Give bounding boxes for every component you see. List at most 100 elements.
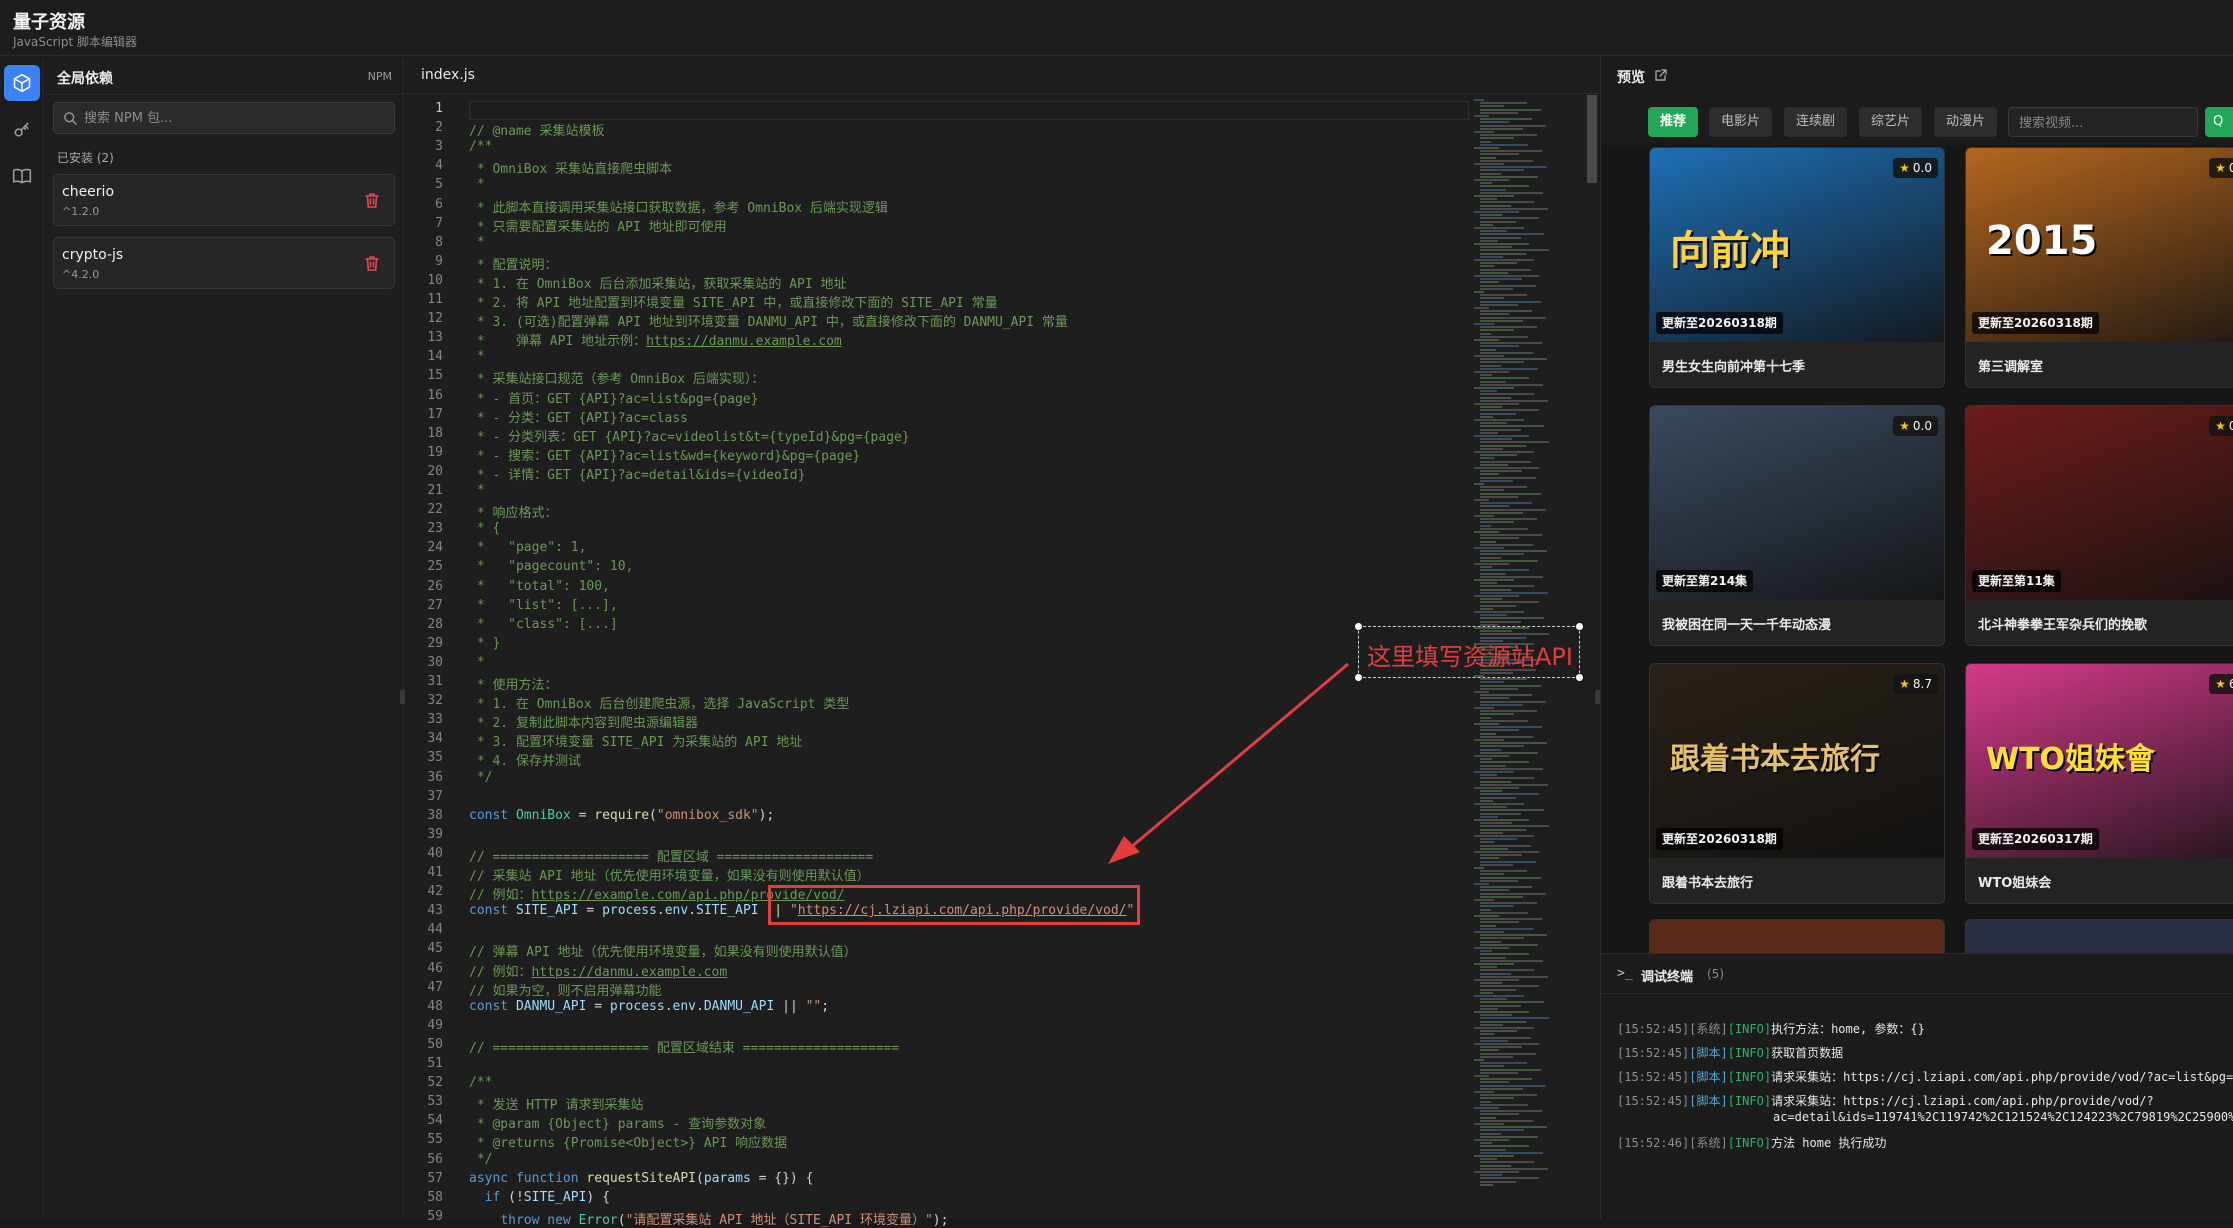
rail-dependencies-button[interactable]	[4, 65, 40, 101]
code-line[interactable]: 13 * 弹幕 API 地址示例：https://danmu.example.c…	[405, 330, 1470, 349]
tab-series[interactable]: 连续剧	[1784, 107, 1848, 137]
code-line[interactable]: 31 * 使用方法：	[405, 674, 1470, 693]
code-line[interactable]: 24 * "page": 1,	[405, 540, 1470, 559]
minimap-line	[1474, 355, 1504, 357]
terminal-header[interactable]: >_ 调试终端 (5)	[1601, 954, 2233, 994]
code-line[interactable]: 53 * 发送 HTTP 请求到采集站	[405, 1094, 1470, 1113]
code-line[interactable]: 26 * "total": 100,	[405, 579, 1470, 598]
code-line[interactable]: 19 * - 搜索：GET {API}?ac=list&wd={keyword}…	[405, 445, 1470, 464]
minimap-line	[1480, 300, 1541, 303]
npm-search-input[interactable]	[84, 107, 384, 129]
video-card[interactable]: ★0.0 更新至第11集北斗神拳拳王军杂兵们的挽歌	[1965, 405, 2233, 646]
code-line[interactable]: 7 * 只需要配置采集站的 API 地址即可使用	[405, 216, 1470, 235]
package-item[interactable]: crypto-js ^4.2.0	[53, 237, 395, 289]
video-card[interactable]	[1965, 919, 2233, 953]
trash-icon[interactable]	[364, 192, 380, 209]
code-line[interactable]: 16 * - 首页：GET {API}?ac=list&pg={page}	[405, 388, 1470, 407]
tab-variety[interactable]: 综艺片	[1859, 107, 1923, 137]
minimap-line	[1480, 1014, 1512, 1017]
code-line[interactable]: 59 throw new Error("请配置采集站 API 地址（SITE_A…	[405, 1209, 1470, 1228]
line-content: * 3. 配置环境变量 SITE_API 为采集站的 API 地址	[469, 735, 803, 751]
npm-search-box[interactable]	[53, 102, 395, 134]
code-line[interactable]: 34 * 3. 配置环境变量 SITE_API 为采集站的 API 地址	[405, 731, 1470, 750]
video-card[interactable]: WTO姐妹會 ★6.4 更新至20260317期 WTO姐妹会	[1965, 663, 2233, 904]
tab-anime[interactable]: 动漫片	[1934, 107, 1998, 137]
code-line[interactable]: 1	[405, 101, 1470, 120]
code-line[interactable]: 37	[405, 789, 1470, 808]
minimap-line	[1480, 1110, 1542, 1113]
code-line[interactable]: 38 const OmniBox = require("omnibox_sdk")…	[405, 808, 1470, 827]
editor-scrollbar[interactable]	[1585, 95, 1599, 1219]
editor-tab[interactable]: index.js	[405, 57, 1599, 94]
minimap-line	[1480, 1030, 1517, 1033]
code-text-area[interactable]: 1 2// @name 采集站模板 3/** 4 * OmniBox 采集站直接爬虫脚…	[405, 95, 1470, 1228]
code-line[interactable]: 33 * 2. 复制此脚本内容到爬虫源编辑器	[405, 712, 1470, 731]
code-line[interactable]: 40 // ==================== 配置区域 =========…	[405, 846, 1470, 865]
code-line[interactable]: 9 * 配置说明：	[405, 254, 1470, 273]
code-line[interactable]: 18 * - 分类列表：GET {API}?ac=videolist&t={ty…	[405, 426, 1470, 445]
code-line[interactable]: 28 * "class": [...]	[405, 617, 1470, 636]
code-line[interactable]: 4 * OmniBox 采集站直接爬虫脚本	[405, 158, 1470, 177]
code-line[interactable]: 29 * }	[405, 636, 1470, 655]
code-line[interactable]: 2 // @name 采集站模板	[405, 120, 1470, 139]
minimap-line	[1480, 473, 1499, 476]
code-line[interactable]: 50 // ==================== 配置区域结束 =======…	[405, 1037, 1470, 1056]
code-line[interactable]: 3 /**	[405, 139, 1470, 158]
video-card[interactable]: 跟着书本去旅行 ★ 8.7 更新至20260318期 跟着书本去旅行	[1649, 663, 1945, 904]
code-line[interactable]: 6 * 此脚本直接调用采集站接口获取数据，参考 OmniBox 后端实现逻辑	[405, 197, 1470, 216]
code-line[interactable]: 30 *	[405, 655, 1470, 674]
code-line[interactable]: 44	[405, 922, 1470, 941]
code-line[interactable]: 45 // 弹幕 API 地址（优先使用环境变量，如果没有则使用默认值）	[405, 941, 1470, 960]
code-line[interactable]: 17 * - 分类：GET {API}?ac=class	[405, 407, 1470, 426]
code-line[interactable]: 47 // 如果为空，则不启用弹幕功能	[405, 980, 1470, 999]
code-line[interactable]: 35 * 4. 保存并测试	[405, 750, 1470, 769]
video-card[interactable]	[1649, 919, 1945, 953]
rail-docs-button[interactable]	[4, 158, 40, 194]
video-search-box[interactable]	[2008, 107, 2198, 137]
tab-recommend[interactable]: 推荐	[1648, 107, 1699, 137]
code-line[interactable]: 51	[405, 1056, 1470, 1075]
code-line[interactable]: 11 * 2. 将 API 地址配置到环境变量 SITE_API 中，或直接修改…	[405, 292, 1470, 311]
code-line[interactable]: 23 * {	[405, 521, 1470, 540]
minimap-line	[1480, 1100, 1491, 1103]
code-line[interactable]: 27 * "list": [...],	[405, 598, 1470, 617]
code-line[interactable]: 8 *	[405, 235, 1470, 254]
code-line[interactable]: 41 // 采集站 API 地址（优先使用环境变量，如果没有则使用默认值）	[405, 865, 1470, 884]
update-badge: 更新至20260318期	[1656, 312, 1783, 334]
tab-movies[interactable]: 电影片	[1709, 107, 1773, 137]
video-search-button[interactable]: Q	[2205, 107, 2233, 137]
code-line[interactable]: 36 */	[405, 770, 1470, 789]
code-line[interactable]: 21 *	[405, 483, 1470, 502]
editor-scrollbar-thumb[interactable]	[1587, 95, 1597, 183]
video-search-input[interactable]	[2019, 113, 2189, 133]
rating-value: 8.7	[1912, 677, 1932, 691]
video-card[interactable]: 2015 ★0.0 更新至20260318期第三调解室	[1965, 147, 2233, 388]
code-line[interactable]: 55 * @returns {Promise<Object>} API 响应数据	[405, 1132, 1470, 1151]
code-line[interactable]: 15 * 采集站接口规范（参考 OmniBox 后端实现）：	[405, 368, 1470, 387]
trash-icon[interactable]	[364, 255, 380, 272]
rail-env-vars-button[interactable]	[4, 112, 40, 148]
code-line[interactable]: 48 const DANMU_API = process.env.DANMU_AP…	[405, 999, 1470, 1018]
code-line[interactable]: 32 * 1. 在 OmniBox 后台创建爬虫源，选择 JavaScript …	[405, 693, 1470, 712]
code-line[interactable]: 58 if (!SITE_API) {	[405, 1190, 1470, 1209]
package-item[interactable]: cheerio ^1.2.0	[53, 174, 395, 226]
code-line[interactable]: 54 * @param {Object} params - 查询参数对象	[405, 1113, 1470, 1132]
code-line[interactable]: 52 /**	[405, 1075, 1470, 1094]
minimap-line	[1480, 1148, 1506, 1151]
code-line[interactable]: 57 async function requestSiteAPI(params =…	[405, 1171, 1470, 1190]
code-line[interactable]: 10 * 1. 在 OmniBox 后台添加采集站，获取采集站的 API 地址	[405, 273, 1470, 292]
code-line[interactable]: 20 * - 详情：GET {API}?ac=detail&ids={video…	[405, 464, 1470, 483]
code-line[interactable]: 12 * 3. (可选)配置弹幕 API 地址到环境变量 DANMU_API 中…	[405, 311, 1470, 330]
code-line[interactable]: 56 */	[405, 1152, 1470, 1171]
code-line[interactable]: 22 * 响应格式：	[405, 502, 1470, 521]
star-icon: ★	[2215, 161, 2226, 175]
code-line[interactable]: 5 *	[405, 177, 1470, 196]
code-line[interactable]: 14 *	[405, 349, 1470, 368]
code-line[interactable]: 46 // 例如：https://danmu.example.com	[405, 961, 1470, 980]
video-card[interactable]: 向前冲 ★ 0.0 更新至20260318期 男生女生向前冲第十七季	[1649, 147, 1945, 388]
video-card[interactable]: ★ 0.0 更新至第214集 我被困在同一天一千年动态漫	[1649, 405, 1945, 646]
code-line[interactable]: 49	[405, 1018, 1470, 1037]
external-link-icon[interactable]	[1654, 68, 1668, 82]
code-line[interactable]: 39	[405, 827, 1470, 846]
code-line[interactable]: 25 * "pagecount": 10,	[405, 559, 1470, 578]
